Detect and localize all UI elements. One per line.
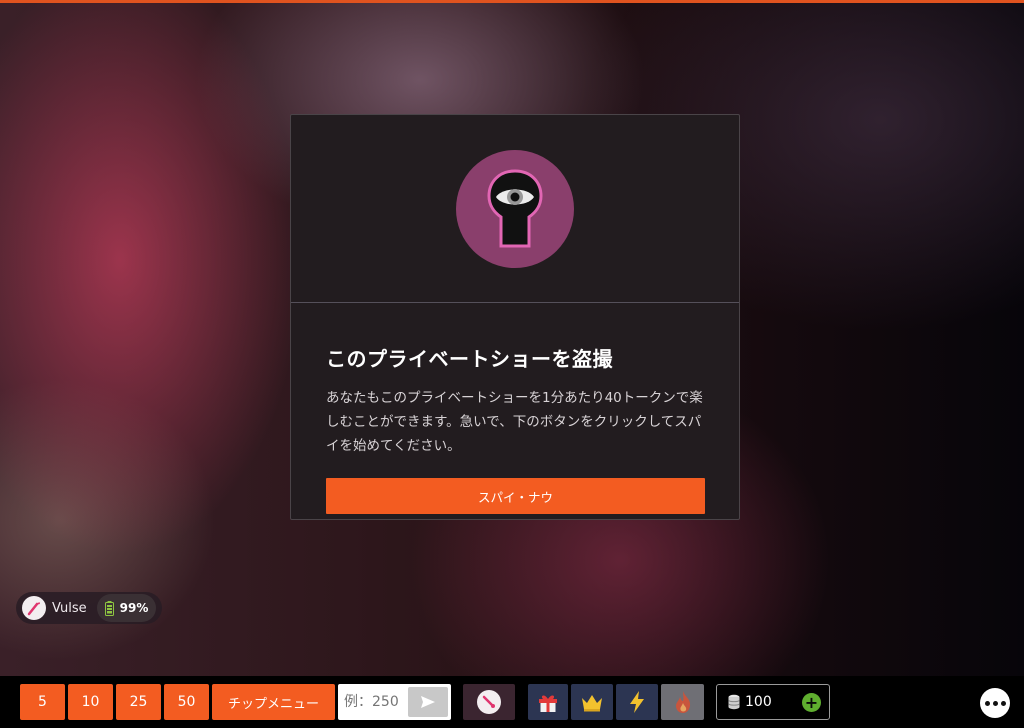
vibrator-icon bbox=[22, 596, 46, 620]
battery-icon bbox=[104, 600, 114, 616]
tip-25-button[interactable]: 25 bbox=[116, 684, 161, 720]
add-tokens-icon[interactable]: + bbox=[802, 693, 821, 712]
more-options-button[interactable] bbox=[980, 688, 1010, 718]
tip-amount-field bbox=[338, 684, 451, 720]
token-amount: 100 bbox=[745, 694, 772, 710]
crown-icon bbox=[582, 695, 602, 712]
gift-button[interactable] bbox=[528, 684, 568, 720]
keyhole-eye-icon bbox=[456, 149, 574, 268]
bottom-toolbar: 5 10 25 50 チップメニュー 例：250 100 + bbox=[0, 676, 1024, 728]
coin-stack-icon bbox=[728, 694, 740, 710]
top-accent-strip bbox=[0, 0, 1024, 3]
toy-icon bbox=[477, 690, 501, 714]
modal-title: このプライベートショーを盗撮 bbox=[326, 347, 613, 371]
tip-10-button[interactable]: 10 bbox=[68, 684, 113, 720]
gift-icon bbox=[539, 695, 557, 712]
spy-now-button[interactable]: スパイ・ナウ bbox=[326, 478, 705, 514]
battery-level: 99% bbox=[119, 601, 149, 615]
tip-menu-button[interactable]: チップメニュー bbox=[212, 684, 335, 720]
tip-amount-input[interactable] bbox=[344, 687, 412, 717]
battery-indicator: 99% bbox=[96, 594, 157, 622]
lightning-button[interactable] bbox=[616, 684, 658, 720]
lightning-icon bbox=[630, 691, 644, 713]
tip-5-button[interactable]: 5 bbox=[20, 684, 65, 720]
fire-icon bbox=[675, 691, 690, 713]
send-icon bbox=[421, 696, 435, 708]
video-stream: このプライベートショーを盗撮 あなたもこのプライベートショーを1分あたり40トー… bbox=[0, 0, 1024, 676]
crown-button[interactable] bbox=[571, 684, 613, 720]
modal-hero bbox=[291, 115, 739, 303]
token-balance: 100 + bbox=[716, 684, 830, 720]
device-status[interactable]: Vulse 99% bbox=[16, 592, 162, 624]
device-name: Vulse bbox=[52, 600, 87, 616]
modal-description: あなたもこのプライベートショーを1分あたり40トークンで楽しむことができます。急… bbox=[326, 390, 703, 454]
more-icon bbox=[984, 700, 990, 706]
toy-control-button[interactable] bbox=[463, 684, 515, 720]
send-tip-button[interactable] bbox=[408, 687, 448, 717]
spy-show-modal: このプライベートショーを盗撮 あなたもこのプライベートショーを1分あたり40トー… bbox=[290, 114, 740, 520]
tip-50-button[interactable]: 50 bbox=[164, 684, 209, 720]
fire-button[interactable] bbox=[661, 684, 704, 720]
